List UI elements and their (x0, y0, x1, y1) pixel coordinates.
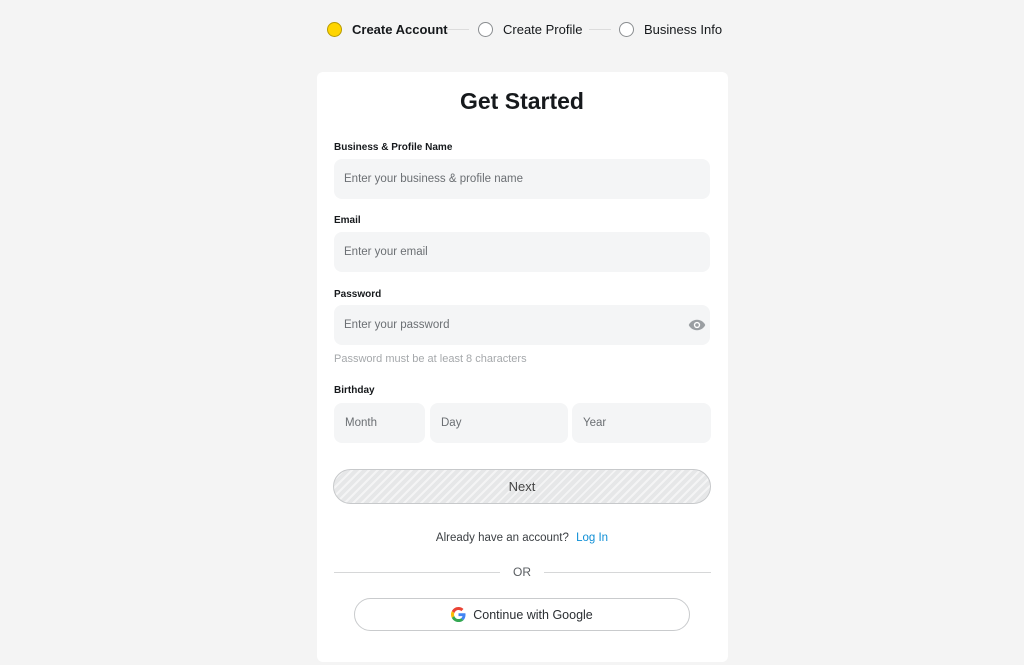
login-row: Already have an account? Log In (0, 532, 1024, 544)
page-title: Get Started (460, 88, 584, 114)
step-create-account: Create Account (327, 18, 448, 40)
or-divider-right (544, 572, 711, 573)
step-label: Create Profile (503, 21, 583, 37)
step-inactive-indicator (478, 21, 493, 37)
step-business-info: Business Info (619, 18, 722, 40)
email-label: Email (334, 215, 361, 226)
step-label: Business Info (644, 21, 723, 37)
business-name-label: Business & Profile Name (334, 142, 453, 153)
birthday-day-input[interactable] (430, 403, 568, 443)
password-label: Password (334, 289, 382, 300)
step-label: Create Account (352, 21, 448, 37)
or-label: OR (513, 565, 531, 579)
login-link[interactable]: Log In (576, 532, 608, 544)
birthday-month-input[interactable] (334, 403, 425, 443)
step-create-profile: Create Profile (478, 18, 582, 40)
password-hint: Password must be at least 8 characters (334, 353, 527, 365)
step-active-indicator (327, 21, 342, 37)
step-connector (589, 29, 611, 30)
password-input[interactable] (334, 305, 710, 345)
business-name-input[interactable] (334, 159, 710, 199)
google-icon (451, 607, 466, 622)
birthday-year-input[interactable] (572, 403, 711, 443)
signup-stepper: Create Account Create Profile Business I… (0, 18, 1024, 40)
or-divider-left (334, 572, 500, 573)
show-password-eye-icon[interactable] (688, 318, 706, 332)
email-input[interactable] (334, 232, 710, 272)
continue-with-google-button[interactable]: Continue with Google (354, 598, 690, 631)
google-button-label: Continue with Google (473, 607, 593, 622)
birthday-label: Birthday (334, 385, 375, 396)
step-connector (447, 29, 469, 30)
step-inactive-indicator (619, 21, 634, 37)
login-prompt: Already have an account? (435, 532, 569, 544)
next-button[interactable]: Next (333, 469, 711, 504)
